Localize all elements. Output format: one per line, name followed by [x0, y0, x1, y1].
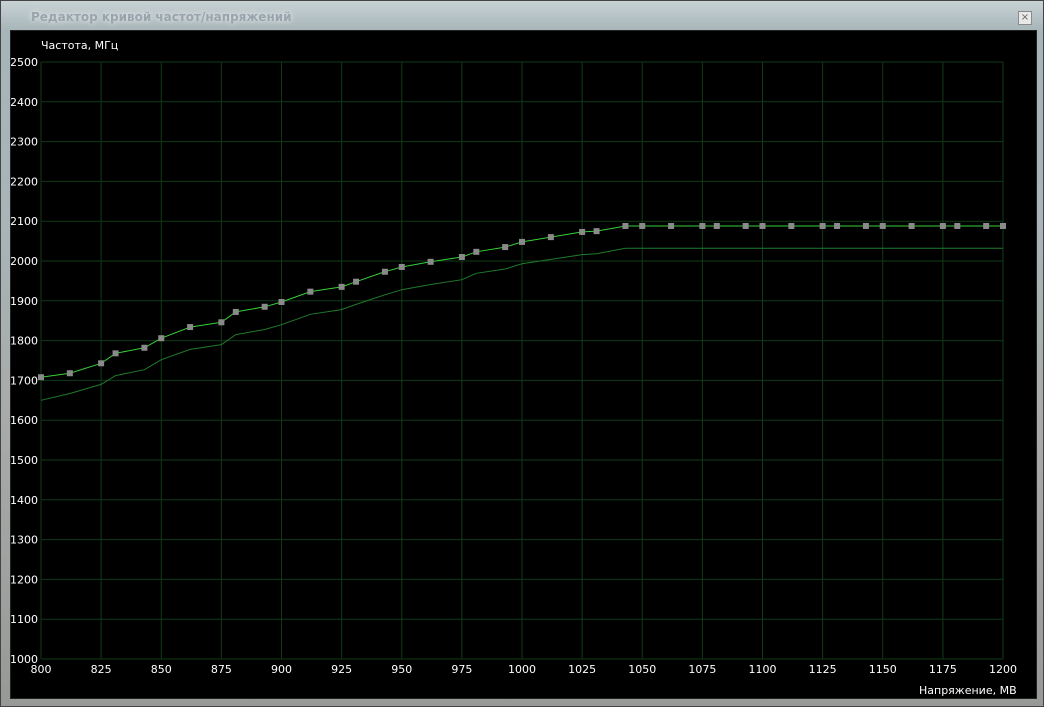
x-tick-label: 850: [151, 663, 172, 676]
curve-point[interactable]: [98, 360, 105, 367]
window-title: Редактор кривой частот/напряжений: [31, 10, 292, 24]
grid: [40, 61, 1004, 660]
y-tick-label: 1900: [11, 295, 38, 308]
y-tick-label: 1800: [11, 335, 38, 348]
curve-point[interactable]: [473, 248, 480, 255]
curve-point[interactable]: [862, 222, 869, 229]
y-tick-label: 1300: [11, 534, 38, 547]
curve-point[interactable]: [112, 350, 119, 357]
y-tick-label: 1700: [11, 374, 38, 387]
curve-point[interactable]: [742, 222, 749, 229]
y-tick-label: 1600: [11, 414, 38, 427]
y-tick-label: 2300: [11, 136, 38, 149]
y-tick-label: 1100: [11, 613, 38, 626]
y-tick-label: 1000: [11, 653, 38, 666]
curve-chart-area[interactable]: 800 825 850 875 900 925 950 975 1000 1025 1050 1075…: [10, 30, 1037, 699]
curve-point[interactable]: [502, 244, 509, 251]
curve-point[interactable]: [141, 344, 148, 351]
y-tick-label: 1500: [11, 454, 38, 467]
curve-point[interactable]: [699, 222, 706, 229]
y-tick-label: 2200: [11, 175, 38, 188]
curve-point[interactable]: [158, 335, 165, 342]
x-tick-label: 1075: [688, 663, 716, 676]
curve-point[interactable]: [668, 222, 675, 229]
x-tick-label: 925: [331, 663, 352, 676]
curve-point[interactable]: [622, 222, 629, 229]
curve-point[interactable]: [639, 222, 646, 229]
x-tick-label: 1175: [929, 663, 957, 676]
y-tick-label: 2500: [11, 56, 38, 69]
curve-point[interactable]: [398, 263, 405, 270]
curve-point[interactable]: [458, 254, 465, 261]
x-tick-label: 950: [391, 663, 412, 676]
x-tick-label: 1050: [628, 663, 656, 676]
close-button[interactable]: ×: [1018, 11, 1032, 25]
curve-point[interactable]: [593, 228, 600, 235]
curve-editor-window: Редактор кривой частот/напряжений × 800 8…: [0, 0, 1044, 707]
x-tick-label: 1000: [508, 663, 536, 676]
curve-point[interactable]: [278, 298, 285, 305]
x-tick-label: 1100: [749, 663, 777, 676]
y-tick-label: 2000: [11, 255, 38, 268]
curve-point[interactable]: [307, 288, 314, 295]
y-tick-label: 2400: [11, 96, 38, 109]
curve-point[interactable]: [261, 303, 268, 310]
axis-labels: 800 825 850 875 900 925 950 975 1000 1025 1050 1075…: [11, 56, 1017, 676]
curve-point[interactable]: [547, 234, 554, 241]
curve-point[interactable]: [579, 228, 586, 235]
curve-point[interactable]: [232, 308, 239, 315]
curve-point[interactable]: [939, 222, 946, 229]
x-tick-label: 1150: [869, 663, 897, 676]
x-tick-label: 1125: [809, 663, 837, 676]
x-tick-label: 975: [451, 663, 472, 676]
curve-point[interactable]: [819, 222, 826, 229]
curve-point[interactable]: [218, 319, 225, 326]
curve-point[interactable]: [427, 258, 434, 265]
y-axis-title: Частота, МГц: [41, 39, 118, 52]
x-tick-label: 1025: [568, 663, 596, 676]
curve-point[interactable]: [1000, 222, 1006, 229]
curve-point[interactable]: [381, 268, 388, 275]
curve-point[interactable]: [954, 222, 961, 229]
y-tick-label: 1400: [11, 494, 38, 507]
curve-point[interactable]: [983, 222, 990, 229]
curve-point[interactable]: [834, 222, 841, 229]
curve-point[interactable]: [353, 278, 360, 285]
curve-point[interactable]: [759, 222, 766, 229]
curve-point[interactable]: [66, 370, 73, 377]
x-tick-label: 1200: [989, 663, 1017, 676]
x-axis-title: Напряжение, МВ: [919, 684, 1017, 697]
curve-point[interactable]: [187, 324, 194, 331]
curve-point[interactable]: [908, 222, 915, 229]
curve-point[interactable]: [38, 374, 44, 381]
curve-point[interactable]: [788, 222, 795, 229]
title-bar[interactable]: Редактор кривой частот/напряжений ×: [1, 1, 1043, 29]
curve-point[interactable]: [338, 283, 345, 290]
x-tick-label: 875: [211, 663, 232, 676]
curve-point[interactable]: [713, 222, 720, 229]
curve-point[interactable]: [519, 238, 525, 245]
y-tick-label: 1200: [11, 573, 38, 586]
x-tick-label: 825: [91, 663, 112, 676]
x-tick-label: 900: [271, 663, 292, 676]
frequency-voltage-chart[interactable]: 800 825 850 875 900 925 950 975 1000 1025 1050 1075…: [11, 31, 1036, 698]
y-tick-label: 2100: [11, 215, 38, 228]
curve-point[interactable]: [879, 222, 886, 229]
